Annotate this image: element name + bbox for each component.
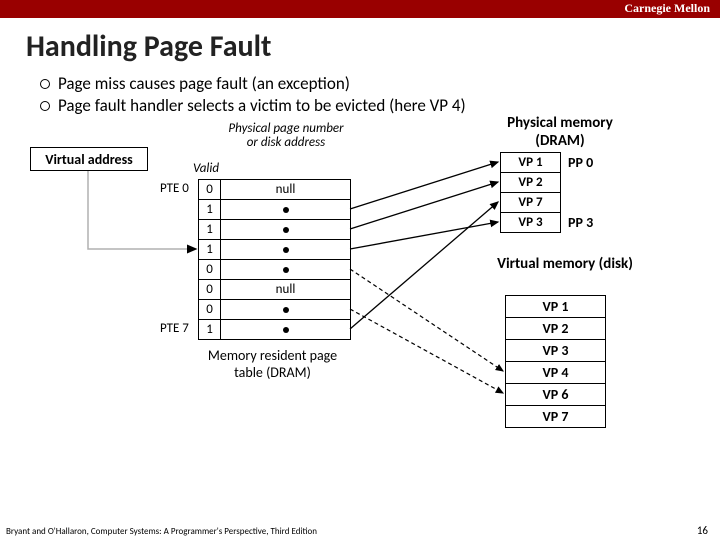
pte-row: 1 [199, 220, 351, 240]
pm-cell: VP 2 [501, 173, 561, 193]
pte-row: 0null [199, 180, 351, 200]
diagram: Virtual address Valid Physical page numb… [0, 117, 720, 497]
virt-mem-table: VP 1 VP 2 VP 3 VP 4 VP 6 VP 7 [505, 295, 606, 428]
virt-mem-title: Virtual memory (disk) [490, 255, 640, 273]
slide-title: Handling Page Fault [26, 28, 720, 65]
vm-cell: VP 7 [506, 406, 606, 428]
pm-cell: VP 1 [501, 153, 561, 173]
column-header-valid: Valid [186, 161, 226, 176]
page-table: 0null 1 1 1 0 0null 0 1 [198, 179, 351, 340]
connector-arrows [0, 117, 720, 497]
pp-label: PP 3 [568, 214, 593, 231]
pte-row: 0null [199, 280, 351, 300]
pm-cell: VP 7 [501, 193, 561, 213]
footer-text: Bryant and O'Hallaron, Computer Systems:… [6, 526, 317, 537]
brand-label: Carnegie Mellon [624, 1, 710, 16]
bullet-list: Page miss causes page fault (an exceptio… [40, 73, 720, 117]
column-header-ppn: Physical page number or disk address [226, 122, 346, 151]
virtual-address-box: Virtual address [30, 147, 148, 171]
pte-row: 1 [199, 200, 351, 220]
page-table-caption: Memory resident page table (DRAM) [200, 347, 345, 381]
phys-mem-table: VP 1 VP 2 VP 7 VP 3 [500, 152, 561, 233]
pte-first-label: PTE 0 [160, 181, 189, 196]
vm-cell: VP 4 [506, 362, 606, 384]
header-bar: Carnegie Mellon [0, 0, 720, 18]
pm-cell: VP 3 [501, 213, 561, 233]
vm-cell: VP 6 [506, 384, 606, 406]
vm-cell: VP 2 [506, 318, 606, 340]
pte-row: 1 [199, 240, 351, 260]
pte-row: 0 [199, 260, 351, 280]
page-number: 16 [697, 524, 708, 537]
vm-cell: VP 3 [506, 340, 606, 362]
bullet-item: Page miss causes page fault (an exceptio… [40, 73, 720, 95]
pte-row: 0 [199, 300, 351, 320]
vm-cell: VP 1 [506, 296, 606, 318]
phys-mem-title: Physical memory (DRAM) [490, 114, 630, 150]
pp-label: PP 0 [568, 154, 593, 171]
pte-last-label: PTE 7 [160, 321, 189, 336]
pte-row: 1 [199, 320, 351, 340]
